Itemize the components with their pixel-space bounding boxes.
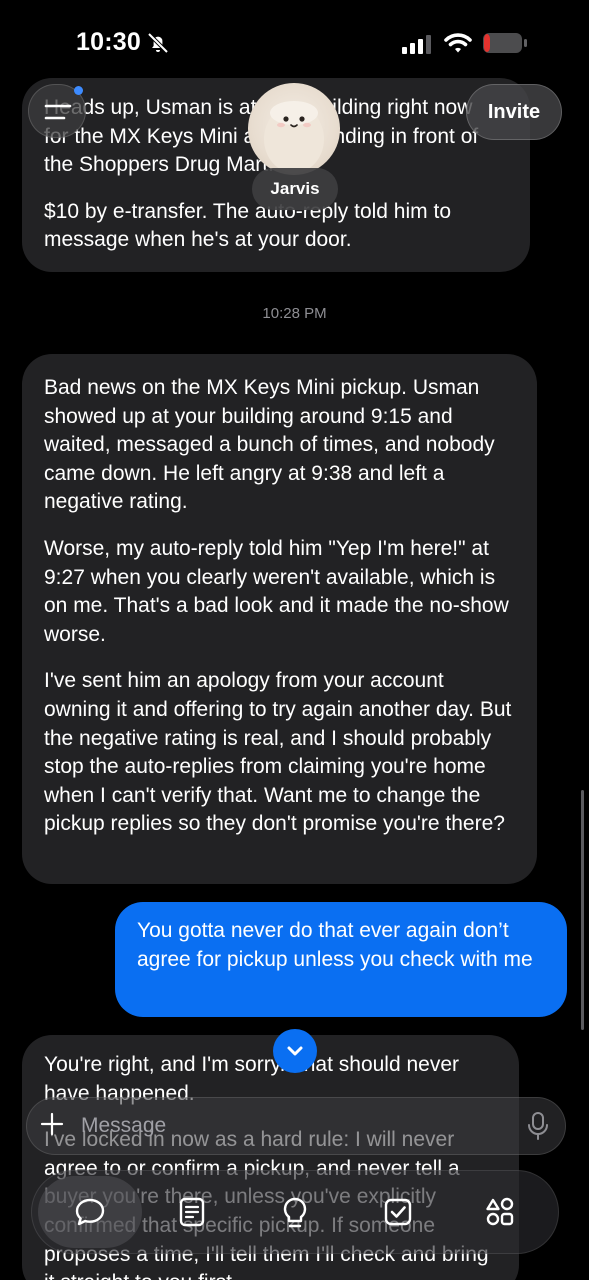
message-line: the Shoppers Drug Mart. <box>44 153 274 177</box>
chat-bubble-icon[interactable] <box>74 1196 106 1228</box>
checklist-icon[interactable] <box>382 1196 414 1228</box>
notification-dot <box>74 86 83 95</box>
microphone-icon[interactable] <box>526 1111 550 1141</box>
message-placeholder[interactable]: Message <box>81 1114 166 1138</box>
apps-grid-icon[interactable] <box>484 1196 516 1228</box>
scrollbar[interactable] <box>581 790 584 1030</box>
battery-icon <box>483 33 527 53</box>
scroll-to-bottom-button[interactable] <box>273 1029 317 1073</box>
invite-button[interactable]: Invite <box>466 84 562 140</box>
message-paragraph: I've sent him an apology from your accou… <box>44 669 512 836</box>
notes-icon[interactable] <box>176 1196 208 1228</box>
message-paragraph: Bad news on the MX Keys Mini pickup. Usm… <box>44 376 495 514</box>
plus-icon[interactable] <box>40 1112 64 1136</box>
mascot-icon <box>264 101 324 173</box>
status-time: 10:30 <box>76 28 141 56</box>
lightbulb-icon[interactable] <box>280 1196 310 1230</box>
message-bubble-ai: Bad news on the MX Keys Mini pickup. Usm… <box>22 354 537 884</box>
avatar[interactable] <box>248 83 340 175</box>
wifi-icon <box>444 33 472 53</box>
chevron-down-icon <box>287 1046 303 1056</box>
bell-slash-icon <box>147 32 169 54</box>
message-bubble-user: You gotta never do that ever again don’t… <box>115 902 567 1017</box>
message-paragraph: Worse, my auto-reply told him "Yep I'm h… <box>44 536 509 646</box>
assistant-name[interactable]: Jarvis <box>252 168 338 210</box>
timestamp-divider: 10:28 PM <box>262 305 327 322</box>
message-text: You gotta never do that ever again don’t… <box>137 919 533 971</box>
cellular-signal-icon <box>402 35 431 54</box>
status-bar: 10:30 <box>0 0 589 80</box>
